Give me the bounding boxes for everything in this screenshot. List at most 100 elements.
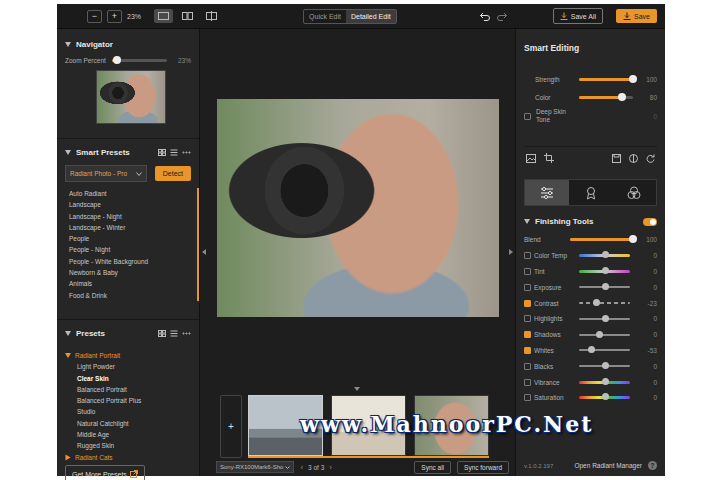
save-button[interactable]: Save — [616, 9, 657, 23]
sync-all-button[interactable]: Sync all — [414, 461, 451, 474]
preset-item[interactable]: Clear Skin — [65, 373, 191, 384]
preset-item[interactable]: Balanced Portrait — [65, 384, 191, 395]
adjustment-checkbox[interactable] — [524, 331, 531, 338]
expand-arrow-icon[interactable] — [524, 219, 530, 224]
slider-track[interactable] — [579, 396, 630, 399]
expand-arrow-icon[interactable] — [65, 42, 71, 47]
slider-knob[interactable] — [629, 75, 637, 83]
preset-group[interactable]: Radiant Portrait — [65, 350, 191, 361]
collapse-right-icon[interactable] — [509, 249, 513, 255]
collapse-left-icon[interactable] — [202, 249, 206, 255]
adjustment-checkbox[interactable] — [524, 268, 531, 275]
slider-knob[interactable] — [602, 283, 609, 290]
slider-knob[interactable] — [596, 331, 603, 338]
expand-arrow-icon[interactable] — [66, 454, 71, 460]
slider-track[interactable] — [579, 334, 630, 336]
slider-knob[interactable] — [602, 378, 609, 385]
save-all-button[interactable]: Save All — [553, 8, 603, 24]
preset-item[interactable]: People — [69, 233, 197, 244]
edit-mode-tab[interactable]: Detailed Edit — [346, 10, 396, 23]
expand-arrow-icon[interactable] — [65, 353, 71, 358]
tool-tab[interactable] — [612, 180, 656, 205]
slider-knob[interactable] — [629, 235, 637, 243]
adjustment-checkbox[interactable] — [524, 363, 531, 370]
save-icon[interactable] — [612, 154, 621, 163]
slider-track[interactable] — [112, 59, 167, 62]
slider-knob[interactable] — [602, 267, 609, 274]
tool-tab[interactable] — [525, 180, 569, 205]
slider-knob[interactable] — [588, 346, 595, 353]
camera-dropdown[interactable]: Sony-RX100Mark6-Sho — [216, 461, 294, 473]
list-view-icon[interactable] — [170, 149, 178, 156]
preset-item[interactable]: Natural Catchlight — [65, 418, 191, 429]
grid-view-icon[interactable] — [158, 149, 166, 156]
zoom-out-button[interactable]: − — [87, 10, 102, 23]
expand-arrow-icon[interactable] — [65, 150, 71, 155]
slider-track[interactable] — [579, 78, 633, 81]
group-label[interactable]: Radiant Portrait — [75, 350, 120, 361]
help-button[interactable]: ? — [648, 461, 657, 470]
slider-knob[interactable] — [602, 251, 609, 258]
tool-tab[interactable] — [569, 180, 613, 205]
adjustment-checkbox[interactable] — [524, 300, 531, 307]
slider-knob[interactable] — [602, 315, 609, 322]
adjustment-checkbox[interactable] — [524, 252, 531, 259]
preset-item[interactable]: Auto Radiant — [69, 188, 197, 199]
previous-button[interactable]: ‹ — [300, 463, 303, 472]
slider-knob[interactable] — [602, 362, 609, 369]
adjustment-checkbox[interactable] — [524, 394, 531, 401]
preset-dropdown[interactable]: Radiant Photo - Pro — [65, 165, 147, 182]
preset-item[interactable]: Studio — [65, 406, 191, 417]
more-icon[interactable] — [182, 149, 191, 156]
add-photo-button[interactable]: + — [220, 395, 242, 458]
slider-track[interactable] — [579, 254, 630, 257]
group-label[interactable]: Radiant Cats — [75, 452, 113, 463]
preset-item[interactable]: Landscape - Night — [69, 211, 197, 222]
navigator-thumbnail[interactable] — [96, 70, 166, 124]
preset-item[interactable]: Food & Drink — [69, 290, 197, 301]
adjustment-checkbox[interactable] — [524, 315, 531, 322]
adjustment-checkbox[interactable] — [524, 379, 531, 386]
view-mode-button[interactable] — [154, 9, 173, 23]
slider-track[interactable] — [579, 302, 630, 304]
preset-item[interactable]: Balanced Portrait Plus — [65, 395, 191, 406]
reset-icon[interactable] — [646, 154, 655, 163]
get-more-presets-button[interactable]: Get More Presets — [65, 465, 145, 480]
preset-group[interactable]: Radiant Cats — [65, 452, 191, 463]
crop-icon[interactable] — [544, 153, 554, 163]
adjustment-checkbox[interactable] — [524, 347, 531, 354]
compare-icon[interactable] — [629, 154, 638, 163]
preset-item[interactable]: Animals — [69, 278, 197, 289]
expand-arrow-icon[interactable] — [65, 331, 71, 336]
preset-item[interactable]: Light Powder — [65, 361, 191, 372]
view-mode-button[interactable] — [178, 9, 197, 23]
sync-forward-button[interactable]: Sync forward — [457, 461, 509, 474]
more-icon[interactable] — [182, 330, 191, 337]
slider-track[interactable] — [579, 318, 630, 320]
slider-track[interactable] — [579, 270, 630, 273]
preset-item[interactable]: Landscape — [69, 199, 197, 210]
preset-item[interactable]: Newborn & Baby — [69, 267, 197, 278]
adjustment-checkbox[interactable] — [524, 284, 531, 291]
preset-item[interactable]: Landscape - Winter — [69, 222, 197, 233]
slider-knob[interactable] — [618, 93, 626, 101]
finishing-toggle[interactable] — [643, 218, 657, 226]
edit-mode-tab[interactable]: Quick Edit — [304, 10, 346, 23]
slider-track[interactable] — [579, 286, 630, 288]
slider-track[interactable] — [579, 349, 630, 351]
slider-track[interactable] — [579, 96, 633, 99]
slider-knob[interactable] — [593, 299, 600, 306]
preset-item[interactable]: Rugged Skin — [65, 440, 191, 451]
grid-view-icon[interactable] — [158, 330, 166, 337]
slider-knob[interactable] — [113, 56, 121, 64]
image-icon[interactable] — [526, 154, 536, 163]
deep-skin-checkbox[interactable] — [524, 113, 531, 120]
slider-track[interactable] — [579, 365, 630, 367]
slider-track[interactable] — [570, 238, 633, 241]
preset-item[interactable]: People - White Background — [69, 256, 197, 267]
undo-icon[interactable] — [479, 11, 491, 21]
open-radiant-manager-link[interactable]: Open Radiant Manager — [574, 462, 642, 469]
zoom-in-button[interactable]: + — [107, 10, 122, 23]
preset-item[interactable]: Middle Age — [65, 429, 191, 440]
preset-item[interactable]: People - Night — [69, 244, 197, 255]
